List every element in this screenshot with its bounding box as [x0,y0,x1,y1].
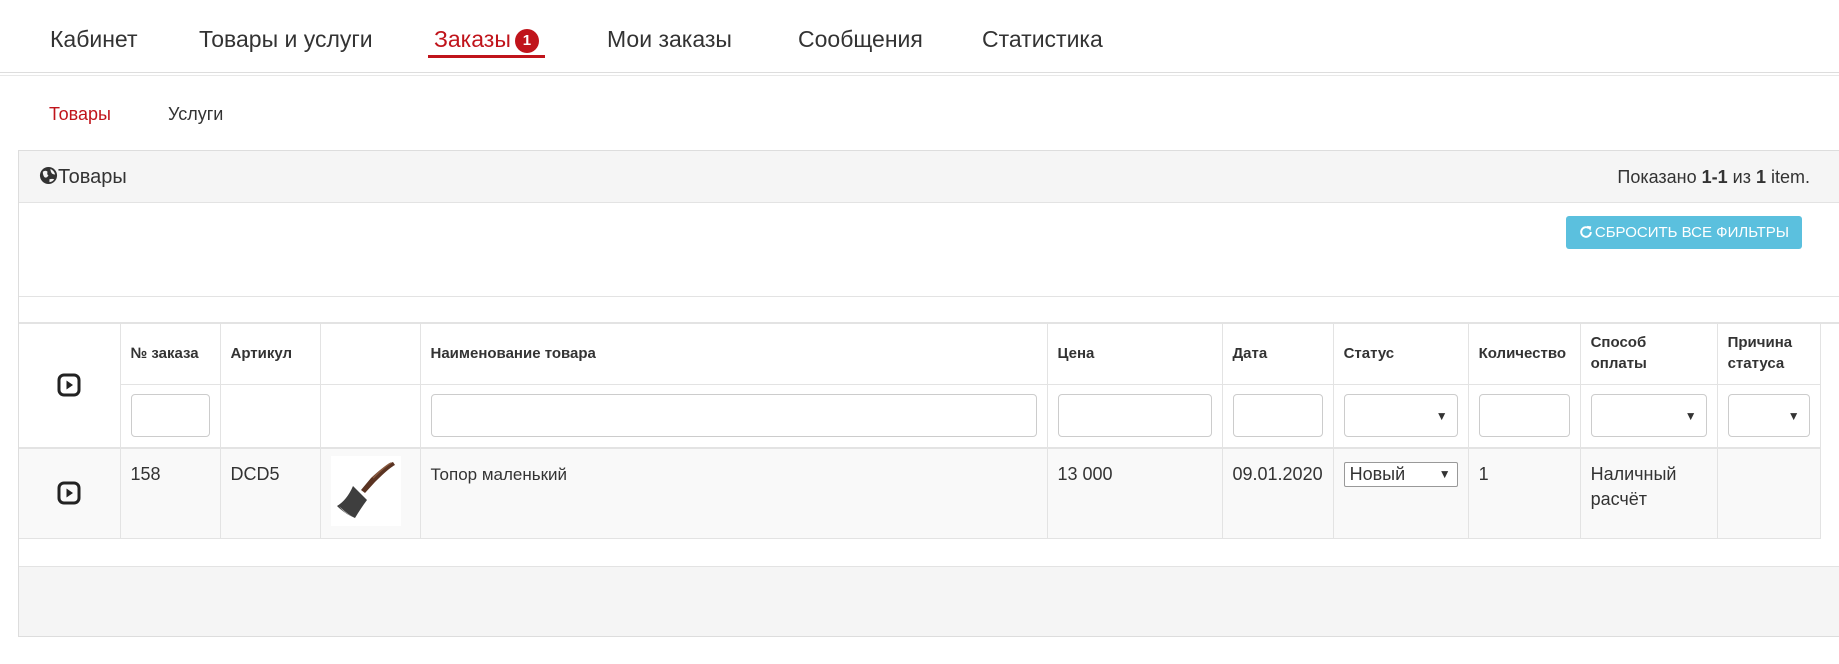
orders-table: № заказа Артикул Наименование товара Цен… [19,323,1821,539]
status-filter[interactable]: ▼ [1343,394,1458,438]
table-row[interactable]: 158 DCD5 Топор маленький 13 000 09.01.20… [19,447,1821,539]
status-cell: Новый ▼ [1332,447,1469,539]
goods-panel: Товары Показано 1-1 из 1 item. СБРОСИТЬ … [18,150,1839,637]
nav-messages[interactable]: Сообщения [798,26,923,53]
image-cell [319,447,421,539]
name-cell: Топор маленький [419,447,1048,539]
nav-my-orders[interactable]: Мои заказы [607,26,732,53]
name-filter[interactable] [430,394,1037,438]
qty-cell: 1 [1467,447,1581,539]
subnav-goods[interactable]: Товары [49,104,111,125]
nav-orders[interactable]: Заказы 1 [428,26,545,58]
price-cell: 13 000 [1046,447,1223,539]
nav-cabinet[interactable]: Кабинет [50,26,137,53]
divider [19,296,1839,297]
nav-goods-services[interactable]: Товары и услуги [199,26,373,53]
col-date[interactable]: Дата [1221,323,1334,385]
price-filter[interactable] [1057,394,1212,438]
globe-icon [39,166,58,188]
date-filter[interactable] [1232,394,1323,438]
active-tab-underline [428,55,545,58]
top-nav: Кабинет Товары и услуги Заказы 1 Мои зака… [0,0,1839,76]
dropdown-caret-icon: ▼ [1435,409,1448,424]
col-name[interactable]: Наименование товара [419,323,1048,385]
product-thumbnail[interactable] [330,456,401,526]
col-reason[interactable]: Причина статуса [1716,323,1821,385]
nav-orders-label: Заказы [434,26,511,52]
col-payment[interactable]: Способ оплаты [1579,323,1718,385]
reason-filter[interactable]: ▼ [1727,394,1810,438]
orders-count-badge: 1 [514,29,539,53]
col-price[interactable]: Цена [1046,323,1223,385]
payment-filter[interactable]: ▼ [1590,394,1707,438]
order-no-cell: 158 [119,447,221,539]
refresh-icon [1579,224,1595,241]
col-qty[interactable]: Количество [1467,323,1581,385]
panel-header: Товары Показано 1-1 из 1 item. [19,151,1839,203]
filter-row: ▼ ▼ ▼ [19,383,1821,449]
panel-title: Товары [39,166,127,189]
order-no-filter[interactable] [130,394,210,438]
col-image [319,323,421,385]
col-sku[interactable]: Артикул [219,323,321,385]
reset-filters-button[interactable]: СБРОСИТЬ ВСЕ ФИЛЬТРЫ [1565,216,1802,249]
nav-statistics[interactable]: Статистика [982,26,1103,53]
col-order-no[interactable]: № заказа [119,323,221,385]
table-header-row: № заказа Артикул Наименование товара Цен… [19,323,1821,449]
expand-row-icon[interactable] [57,481,81,505]
reason-cell [1716,447,1821,539]
status-select[interactable]: Новый ▼ [1343,462,1458,487]
sku-cell: DCD5 [219,447,321,539]
subnav-services[interactable]: Услуги [168,104,223,125]
expand-all-cell [19,323,121,449]
panel-footer [19,566,1839,636]
dropdown-caret-icon: ▼ [1684,409,1697,424]
qty-filter[interactable] [1478,394,1570,438]
payment-cell: Наличный расчёт [1579,447,1718,539]
dropdown-caret-icon: ▼ [1438,467,1451,481]
expand-row-cell [19,447,121,539]
expand-all-icon[interactable] [57,373,81,397]
dropdown-caret-icon: ▼ [1787,409,1800,424]
date-cell: 09.01.2020 [1221,447,1334,539]
col-status[interactable]: Статус [1332,323,1469,385]
pagination-summary: Показано 1-1 из 1 item. [1617,167,1810,187]
